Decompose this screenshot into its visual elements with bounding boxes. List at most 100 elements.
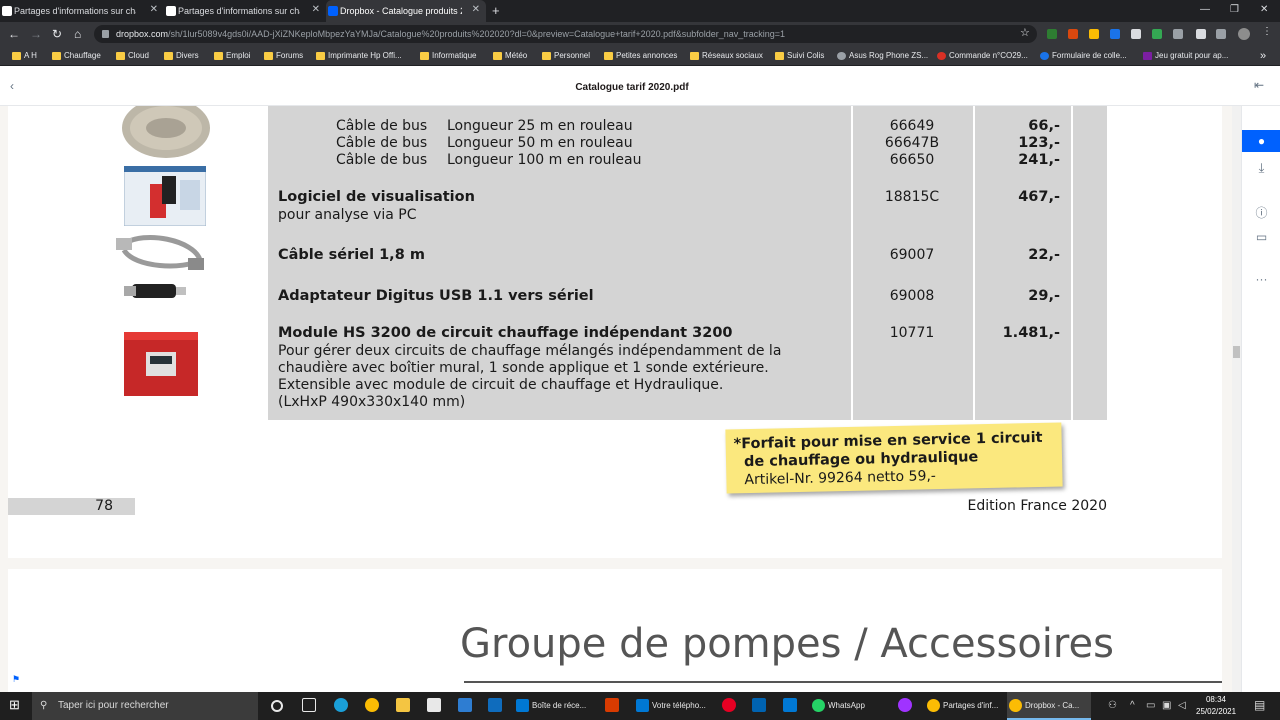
taskbar-search-input[interactable]: ⚲ Taper ici pour rechercher: [32, 692, 258, 720]
forward-arrow-icon[interactable]: →: [30, 27, 42, 41]
extension-icon[interactable]: [1068, 29, 1078, 39]
minimize-icon[interactable]: —: [1200, 4, 1210, 15]
facebook-icon: [166, 6, 176, 16]
cortana-icon[interactable]: [271, 700, 283, 712]
messenger-icon[interactable]: [898, 698, 912, 712]
bookmark-folder[interactable]: A H: [12, 46, 37, 66]
people-icon[interactable]: ⚇: [1108, 700, 1117, 711]
windows-start-icon[interactable]: ⊞: [9, 697, 23, 712]
reload-icon[interactable]: ↻: [52, 27, 62, 41]
serial-cable-image: [116, 235, 204, 270]
back-arrow-icon[interactable]: ←: [8, 27, 20, 41]
taskbar-app-phone[interactable]: Votre téléphо...: [634, 692, 714, 720]
pdf-viewer[interactable]: Câble de bus Longueur 25 m en rouleau 66…: [0, 106, 1232, 692]
bookmark-star-icon[interactable]: ☆: [1020, 26, 1030, 39]
volume-icon[interactable]: ◁: [1178, 700, 1186, 711]
notification-icon[interactable]: ▤: [1254, 698, 1265, 712]
avatar[interactable]: [1238, 28, 1250, 40]
app-icon[interactable]: [783, 698, 797, 712]
bookmark-folder[interactable]: Météo: [493, 46, 527, 66]
collapse-sidebar-icon[interactable]: ⇤: [1254, 78, 1264, 92]
info-icon[interactable]: ⓘ: [1242, 204, 1280, 221]
scrollbar-thumb[interactable]: [1233, 346, 1240, 358]
task-view-icon[interactable]: [302, 698, 316, 712]
article-ref: 66649: [889, 118, 935, 134]
bookmark-folder[interactable]: Emploi: [214, 46, 250, 66]
bookmark-folder[interactable]: Informatique: [420, 46, 476, 66]
close-tab-icon[interactable]: ✕: [472, 4, 480, 15]
viewer-sidebar: ● ⤓ ⓘ ▭ ···: [1241, 106, 1280, 692]
bookmark-folder[interactable]: Petites annonces: [604, 46, 677, 66]
download-icon[interactable]: ⤓: [1242, 160, 1280, 176]
outlook-icon[interactable]: [488, 698, 502, 712]
bookmark-folder[interactable]: Cloud: [116, 46, 149, 66]
tray-chevron-icon[interactable]: ^: [1130, 700, 1135, 711]
restore-icon[interactable]: ❐: [1230, 4, 1239, 15]
article-ref: 66650: [889, 152, 935, 168]
bookmark-link[interactable]: Asus Rog Phone ZS...: [837, 46, 928, 66]
new-tab-button[interactable]: +: [492, 3, 500, 18]
bookmark-link[interactable]: Commande n°CO29...: [937, 46, 1028, 66]
browser-tab-active[interactable]: Dropbox - Catalogue produits 2020 ✕: [326, 0, 486, 22]
battery-icon[interactable]: ▭: [1146, 700, 1155, 711]
edge-icon[interactable]: [334, 698, 348, 712]
bookmark-folder[interactable]: Personnel: [542, 46, 590, 66]
price-table: Câble de bus Longueur 25 m en rouleau 66…: [268, 106, 1107, 420]
bookmark-folder[interactable]: Imprimante Hp Offi...: [316, 46, 402, 66]
bookmark-folder[interactable]: Suivi Colis: [775, 46, 824, 66]
edition-label: Edition France 2020: [967, 498, 1107, 514]
taskbar: ⊞ ⚲ Taper ici pour rechercher Boîte de r…: [0, 692, 1280, 720]
chrome-icon[interactable]: [365, 698, 379, 712]
section-title: Groupe de pompes / Accessoires: [460, 621, 1114, 667]
network-icon[interactable]: ▣: [1162, 700, 1171, 711]
taskbar-app-whatsapp[interactable]: WhatsApp: [810, 692, 894, 720]
flag-icon[interactable]: ⚑: [12, 674, 20, 685]
product-desc: (LxHxP 490x330x140 mm): [278, 394, 466, 410]
bookmark-link[interactable]: Jeu gratuit pour ap...: [1143, 46, 1228, 66]
bookmark-folder[interactable]: Chauffage: [52, 46, 101, 66]
store-icon[interactable]: [427, 698, 441, 712]
taskbar-app-chrome[interactable]: Partages d'inf...: [925, 692, 1005, 720]
taskbar-app-dropbox[interactable]: Dropbox - Ca...: [1007, 692, 1091, 720]
article-price: 66,-: [1028, 118, 1060, 134]
puzzle-icon[interactable]: [1196, 29, 1206, 39]
facebook-icon: [2, 6, 12, 16]
more-bookmarks-icon[interactable]: »: [1260, 46, 1266, 66]
pinterest-icon[interactable]: [722, 698, 736, 712]
app-icon[interactable]: [752, 698, 766, 712]
bookmark-folder[interactable]: Réseaux sociaux: [690, 46, 763, 66]
kebab-menu-icon[interactable]: ⋮: [1262, 26, 1272, 37]
media-icon[interactable]: [1216, 29, 1226, 39]
product-name: Câble sériel 1,8 m: [278, 247, 425, 263]
extension-icon[interactable]: [1173, 29, 1183, 39]
extension-icon[interactable]: [1131, 29, 1141, 39]
scrollbar[interactable]: [1232, 106, 1241, 692]
maps-icon[interactable]: [458, 698, 472, 712]
comment-icon[interactable]: ▭: [1242, 230, 1280, 244]
browser-tab[interactable]: Partages d'informations sur chauffage ✕: [0, 0, 164, 22]
search-icon: ⚲: [40, 700, 48, 711]
close-tab-icon[interactable]: ✕: [312, 4, 320, 15]
browser-tab[interactable]: Partages d'informations sur chauffage ✕: [164, 0, 326, 22]
bookmark-folder[interactable]: Divers: [164, 46, 199, 66]
bookmark-link[interactable]: Formulaire de colle...: [1040, 46, 1127, 66]
home-icon[interactable]: ⌂: [74, 27, 81, 41]
more-options-icon[interactable]: ···: [1242, 272, 1280, 286]
office-icon[interactable]: [605, 698, 619, 712]
extension-icon[interactable]: [1047, 29, 1057, 39]
taskbar-app-mail[interactable]: Boîte de réce...: [514, 692, 598, 720]
extension-icon[interactable]: [1110, 29, 1120, 39]
url-input[interactable]: dropbox.com/sh/1lur5089v4gds0i/AAD-jXiZN…: [94, 25, 1037, 43]
share-user-icon[interactable]: ●: [1242, 130, 1280, 152]
extension-icon[interactable]: [1089, 29, 1099, 39]
bookmark-folder[interactable]: Forums: [264, 46, 303, 66]
product-desc: Extensible avec module de circuit de cha…: [278, 377, 724, 393]
extension-icon[interactable]: [1152, 29, 1162, 39]
taskbar-clock[interactable]: 08:34 25/02/2021: [1196, 694, 1236, 718]
close-window-icon[interactable]: ✕: [1260, 4, 1268, 15]
sticky-note: *Forfait pour mise en service 1 circuit …: [725, 422, 1063, 494]
browser-tab-strip: Partages d'informations sur chauffage ✕ …: [0, 0, 1280, 22]
file-explorer-icon[interactable]: [396, 698, 410, 712]
pdf-page: Groupe de pompes / Accessoires: [8, 569, 1222, 692]
close-tab-icon[interactable]: ✕: [150, 4, 158, 15]
